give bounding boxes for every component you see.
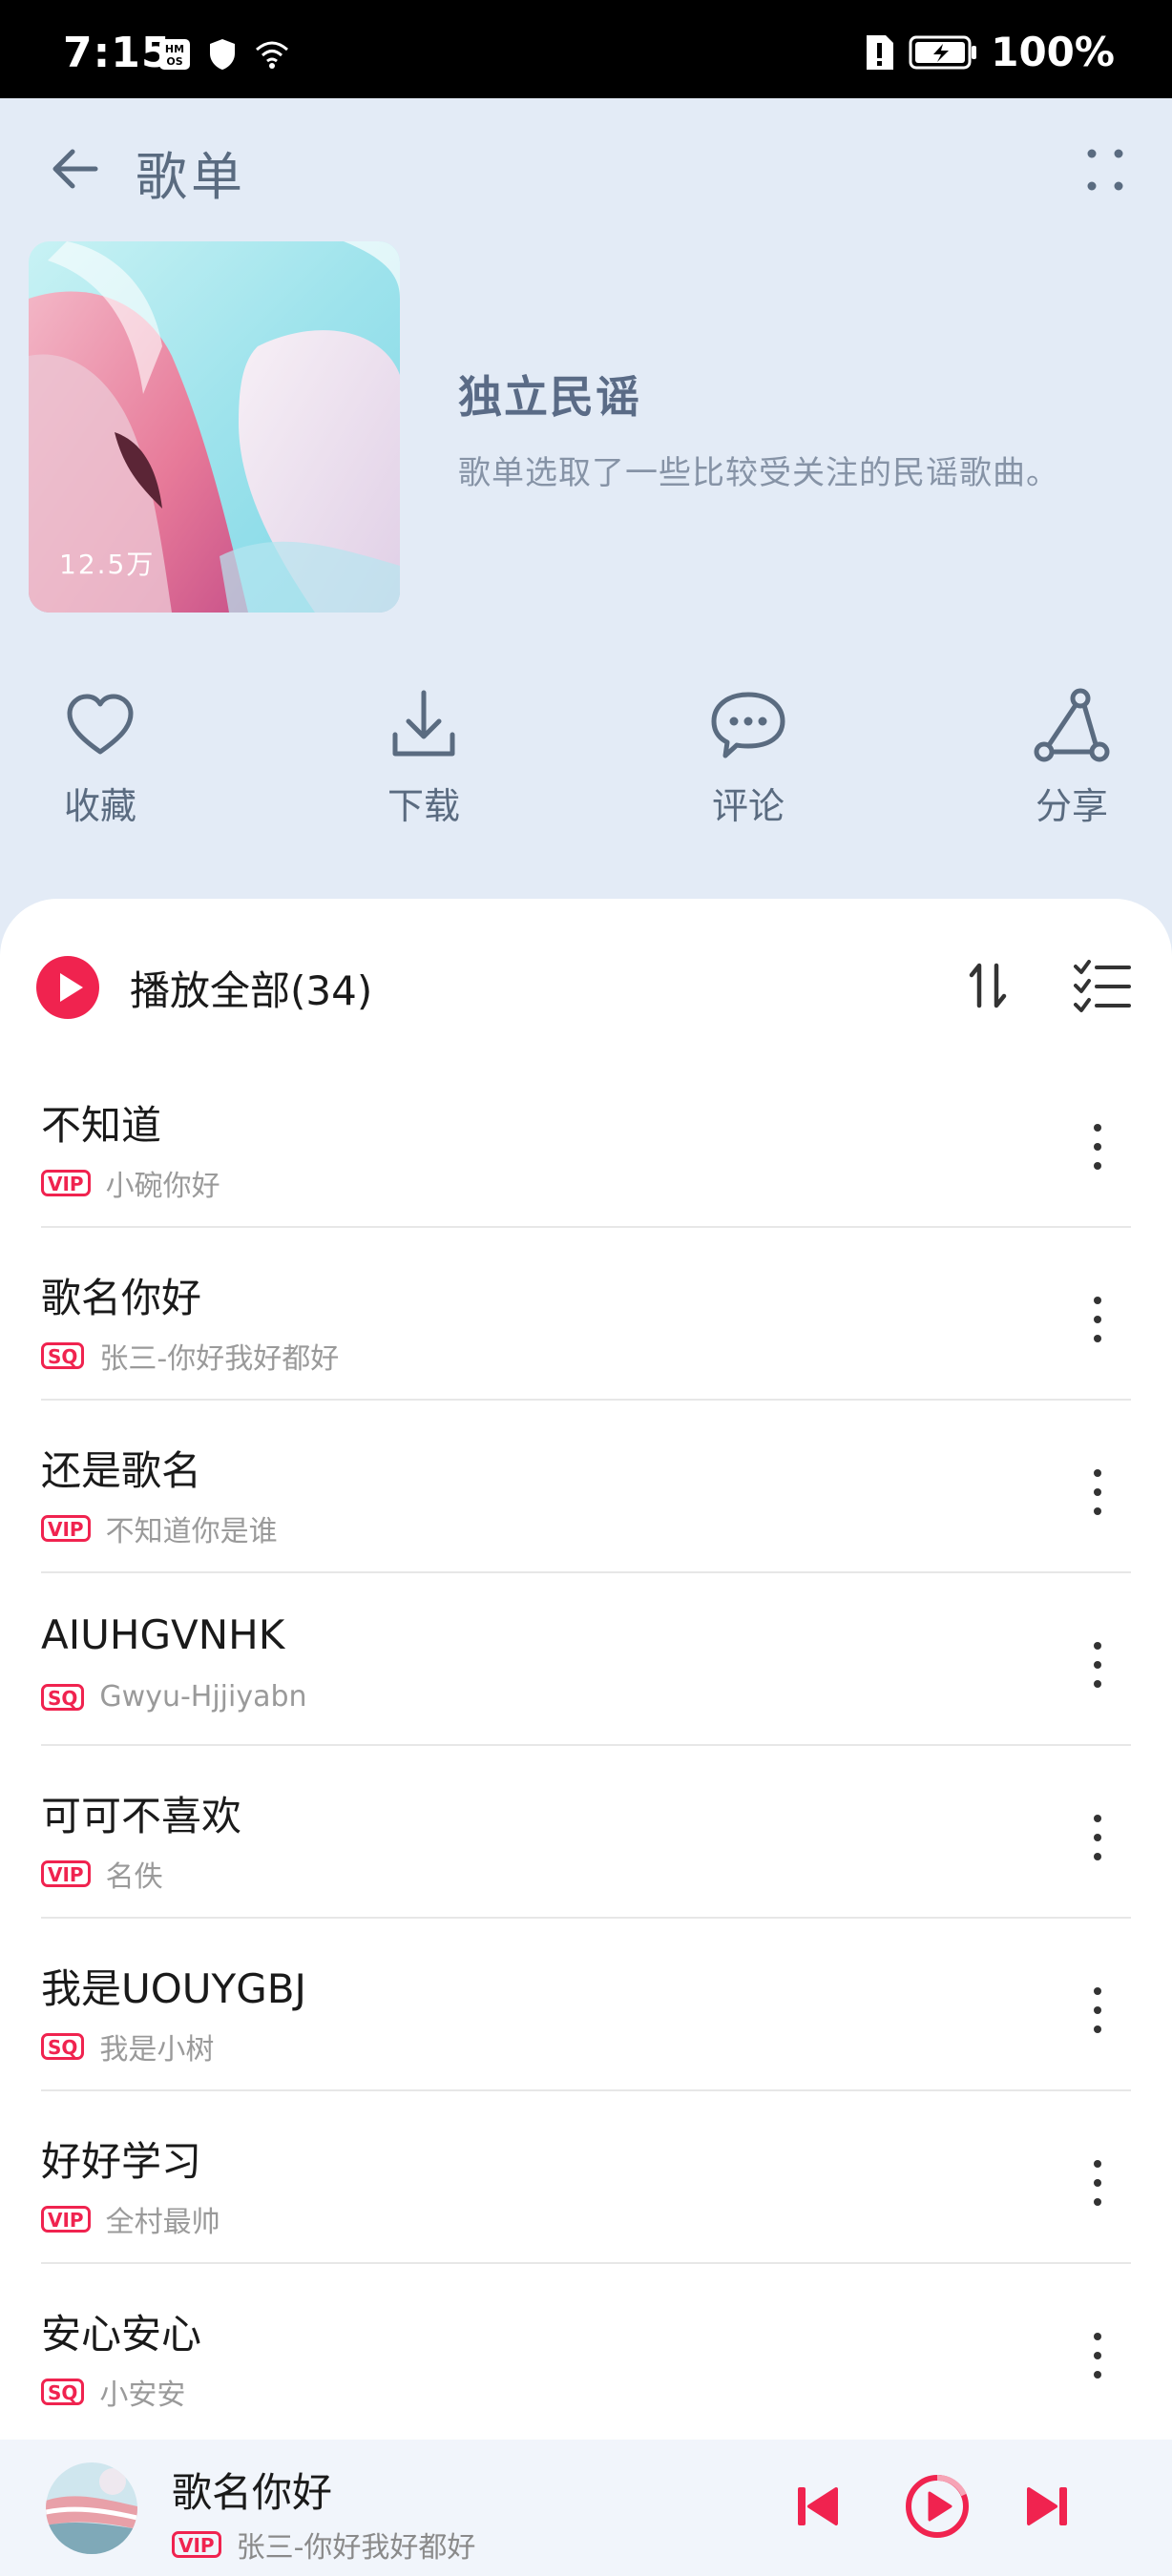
quality-badge: SQ: [41, 1342, 85, 1369]
song-title: 我是UOUYGBJ: [41, 1965, 306, 2012]
share-button[interactable]: 分享: [986, 687, 1158, 829]
quality-badge: VIP: [41, 2206, 91, 2233]
song-artist: 小碗你好: [105, 1170, 220, 1203]
song-artist: 小安安: [99, 2379, 186, 2412]
song-row[interactable]: 不知道 VIP 小碗你好: [0, 1055, 1172, 1228]
song-artist: Gwyu-Hjjiyabn: [99, 1680, 307, 1714]
share-icon: [1034, 688, 1110, 762]
svg-text:OS: OS: [166, 55, 182, 68]
share-label: 分享: [1035, 785, 1108, 827]
song-title: AIUHGVNHK: [41, 1611, 285, 1658]
sort-icon[interactable]: [964, 956, 1012, 1015]
play-count: 12.5万: [59, 549, 156, 580]
song-row[interactable]: 安心安心 SQ 小安安: [0, 2264, 1172, 2437]
song-artist: 名佚: [105, 1860, 163, 1894]
comment-label: 评论: [711, 785, 785, 827]
playlist-description: 歌单选取了一些比较受关注的民谣歌曲。: [458, 454, 1059, 492]
wifi-icon: [256, 41, 288, 69]
comment-icon: [711, 692, 785, 758]
now-playing-artist: 张三-你好我好都好: [236, 2531, 476, 2565]
more-vertical-icon[interactable]: [1088, 1118, 1107, 1175]
hmos-icon: HM OS: [159, 39, 190, 70]
heart-icon: [67, 694, 134, 755]
download-icon: [392, 690, 455, 757]
playlist-name: 独立民谣: [458, 371, 641, 423]
song-title: 歌名你好: [41, 1275, 202, 1321]
download-label: 下载: [387, 785, 460, 827]
more-vertical-icon[interactable]: [1088, 2154, 1107, 2212]
more-vertical-icon[interactable]: [1088, 1291, 1107, 1348]
quality-badge: SQ: [41, 1683, 85, 1711]
status-time: 7:15: [63, 29, 172, 77]
now-playing-title: 歌名你好: [172, 2469, 333, 2516]
favorite-label: 收藏: [63, 785, 136, 827]
song-artist: 全村最帅: [105, 2206, 220, 2239]
playlist-actions: 收藏 下载 评论 分享: [0, 687, 1172, 840]
more-vertical-icon[interactable]: [1088, 2327, 1107, 2384]
song-list-sheet: 播放全部(34) 不知道 VIP 小碗你好 歌名你好 SQ 张三-你好我好都好: [0, 899, 1172, 2440]
song-artist: 我是小树: [99, 2033, 215, 2067]
multi-select-icon[interactable]: [1074, 958, 1131, 1013]
more-grid-icon[interactable]: [1077, 146, 1134, 194]
song-title: 安心安心: [41, 2311, 202, 2358]
back-arrow-icon[interactable]: [46, 140, 103, 197]
play-all-button[interactable]: 播放全部(34): [36, 954, 372, 1021]
status-bar: 7:15 HM OS 100%: [0, 0, 1172, 98]
song-row[interactable]: 可可不喜欢 VIP 名佚: [0, 1746, 1172, 1919]
download-button[interactable]: 下载: [338, 687, 510, 829]
song-title: 还是歌名: [41, 1447, 202, 1494]
next-track-icon[interactable]: [1025, 2483, 1069, 2529]
playlist-cover[interactable]: 12.5万: [29, 241, 400, 613]
shield-icon: [210, 39, 235, 70]
battery-percent: 100%: [991, 29, 1115, 75]
mini-player[interactable]: 歌名你好 VIP 张三-你好我好都好: [0, 2440, 1172, 2576]
more-vertical-icon[interactable]: [1088, 1464, 1107, 1521]
play-all-icon: [36, 956, 99, 1019]
song-list: 不知道 VIP 小碗你好 歌名你好 SQ 张三-你好我好都好 还是歌名 VIP …: [0, 1055, 1172, 2437]
song-row[interactable]: 我是UOUYGBJ SQ 我是小树: [0, 1919, 1172, 2091]
quality-badge: VIP: [172, 2531, 221, 2558]
quality-badge: VIP: [41, 1170, 91, 1196]
album-art-image: [46, 2462, 137, 2554]
song-row[interactable]: AIUHGVNHK SQ Gwyu-Hjjiyabn: [0, 1573, 1172, 1746]
song-artist: 不知道你是谁: [105, 1515, 278, 1548]
more-vertical-icon[interactable]: [1088, 1636, 1107, 1693]
song-title: 不知道: [41, 1102, 162, 1149]
song-row[interactable]: 还是歌名 VIP 不知道你是谁: [0, 1401, 1172, 1573]
quality-badge: SQ: [41, 2379, 85, 2405]
battery-icon: [909, 35, 977, 69]
alert-icon: [867, 34, 894, 70]
more-vertical-icon[interactable]: [1088, 1809, 1107, 1866]
svg-text:HM: HM: [165, 43, 184, 55]
song-title: 好好学习: [41, 2138, 202, 2185]
quality-badge: VIP: [41, 1860, 91, 1887]
now-playing-artwork[interactable]: [46, 2462, 137, 2554]
previous-track-icon[interactable]: [796, 2483, 840, 2529]
quality-badge: VIP: [41, 1515, 91, 1542]
quality-badge: SQ: [41, 2033, 85, 2060]
play-all-label: 播放全部(34): [130, 966, 373, 1014]
play-pause-icon[interactable]: [899, 2468, 975, 2545]
favorite-button[interactable]: 收藏: [14, 687, 186, 829]
song-row[interactable]: 好好学习 VIP 全村最帅: [0, 2091, 1172, 2264]
more-vertical-icon[interactable]: [1088, 1982, 1107, 2039]
page-title: 歌单: [136, 147, 246, 207]
song-artist: 张三-你好我好都好: [99, 1342, 340, 1376]
song-row[interactable]: 歌名你好 SQ 张三-你好我好都好: [0, 1228, 1172, 1401]
app-header: 歌单: [0, 98, 1172, 241]
comment-button[interactable]: 评论: [662, 687, 834, 829]
song-title: 可可不喜欢: [41, 1793, 242, 1839]
